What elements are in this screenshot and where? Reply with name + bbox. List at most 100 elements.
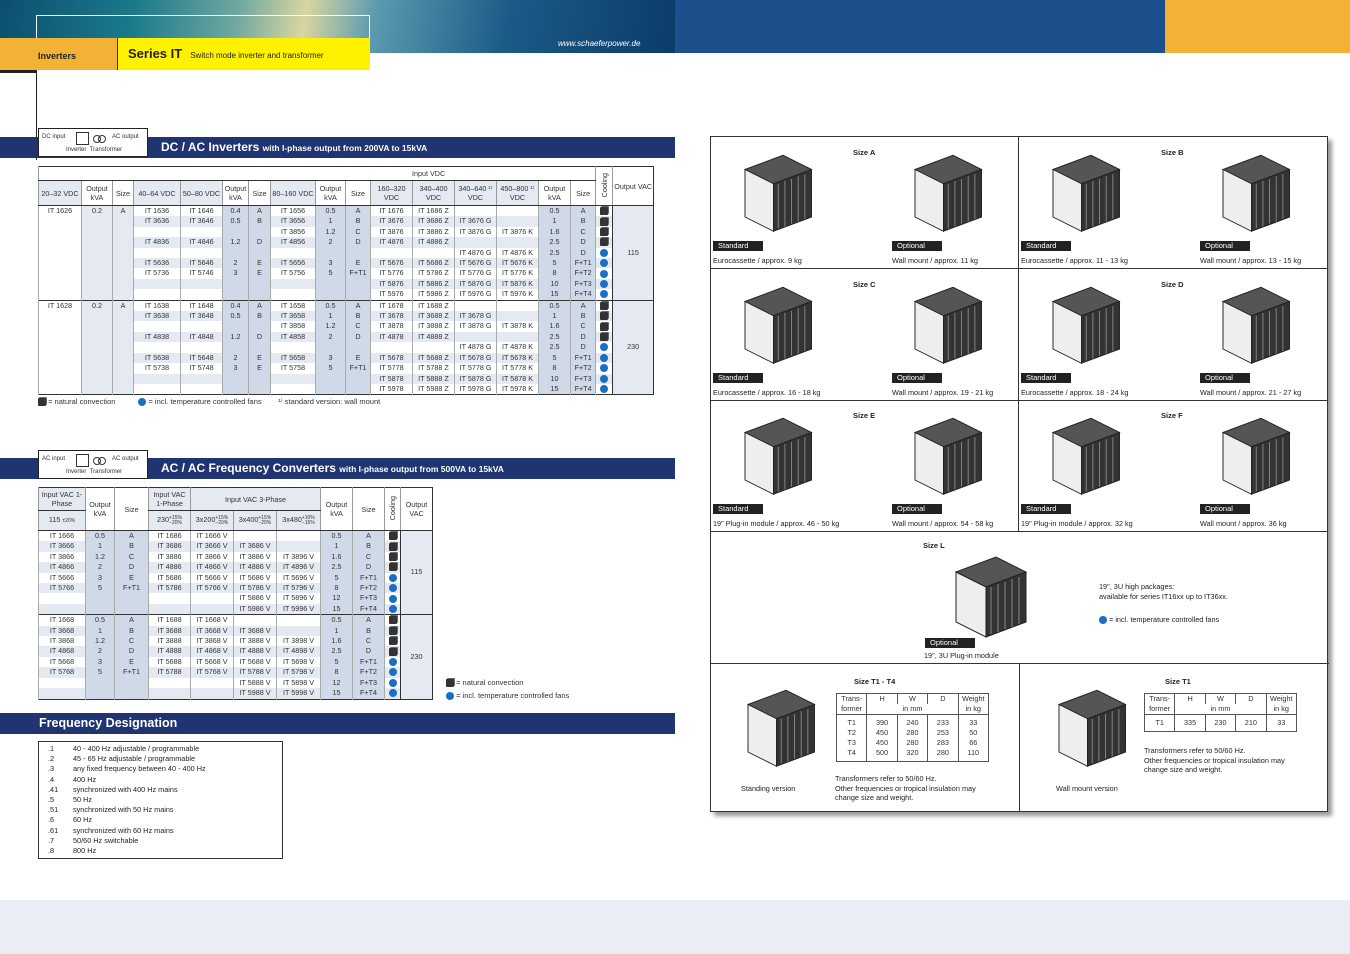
model-cell	[85, 603, 115, 615]
model-cell: IT 4846	[180, 237, 223, 248]
model-cell: 1	[315, 216, 346, 227]
standard-caption: 19" Plug-in module / approx. 32 kg	[1021, 519, 1133, 528]
model-cell: IT 3668	[38, 625, 86, 637]
cooling-cell	[384, 625, 401, 637]
transformer-label: Transformer	[89, 147, 123, 153]
cooling-cell	[595, 258, 613, 269]
tolerance: −20%	[215, 519, 229, 526]
model-cell: IT 1686 Z	[412, 205, 455, 217]
model-cell: IT 5998 V	[275, 688, 321, 699]
frequency-row: .2 45 - 65 Hz adjustable / programmable	[39, 754, 282, 764]
model-cell: IT 5786	[148, 583, 191, 594]
table-row: IT 5988 V IT 5998 V 15 F+T4	[38, 688, 433, 699]
optional-enclosure-image	[896, 404, 991, 499]
model-cell	[275, 614, 321, 626]
transformer-value: T1	[847, 718, 856, 727]
table-row: IT 5888 V IT 5898 V 12 F+T3	[38, 677, 433, 689]
cooling-cell	[595, 247, 613, 259]
model-cell	[315, 383, 346, 395]
natural-convection-icon	[600, 312, 609, 321]
cooling-cell	[595, 268, 613, 279]
schematic-caption: Inverter Transformer	[66, 147, 122, 153]
model-cell: IT 1648	[180, 299, 223, 312]
model-cell: F+T3	[352, 677, 385, 689]
model-cell: IT 5776 K	[496, 268, 539, 279]
model-cell	[412, 342, 455, 353]
model-cell: IT 4888 Z	[412, 331, 455, 343]
frequency-description: 40 - 400 Hz adjustable / programmable	[73, 744, 200, 753]
model-cell: IT 5636	[133, 258, 181, 269]
size-label: Size A	[853, 148, 876, 157]
model-cell	[345, 247, 371, 259]
model-cell: IT 5878 G	[454, 373, 497, 384]
header-blue-band	[675, 0, 1165, 53]
standard-caption: Eurocassette / approx. 16 - 18 kg	[713, 387, 821, 397]
model-cell: IT 5678 G	[454, 352, 497, 364]
model-cell: F+T2	[569, 268, 596, 279]
model-cell: 8	[538, 268, 571, 279]
fan-icon	[388, 657, 397, 666]
model-cell: B	[569, 216, 596, 227]
frequency-description: synchronized with 400 Hz mains	[73, 784, 178, 794]
transformer-image	[1040, 676, 1135, 771]
frequency-row: .61 synchronized with 60 Hz mains	[39, 826, 282, 836]
model-cell: IT 3686 Z	[412, 216, 455, 227]
cooling-cell	[384, 614, 401, 626]
schematic-output-label: AC output	[112, 134, 139, 140]
model-cell: IT 4868	[38, 646, 86, 657]
legend-fan-text: = incl. temperature controlled fans	[148, 397, 262, 406]
model-cell: IT 5976 K	[496, 289, 539, 301]
size-cell: Size C Standard Optional Eurocassette / app…	[711, 268, 1019, 401]
model-cell: IT 5656	[270, 258, 316, 269]
model-cell: E	[248, 352, 271, 364]
section-title: DC / AC Inverters	[161, 140, 260, 154]
transformer-value: 50	[969, 728, 978, 737]
model-cell: IT 5898 V	[275, 677, 321, 689]
model-cell	[38, 603, 86, 615]
model-cell: B	[345, 311, 371, 322]
model-cell: 1.2	[222, 237, 249, 248]
model-cell: IT 5976	[370, 289, 413, 301]
frequency-row: .6 60 Hz	[39, 815, 282, 825]
model-cell: B	[352, 541, 385, 552]
optional-caption: Wall mount / approx. 21 - 27 kg	[1200, 387, 1302, 397]
frequency-code: .7	[48, 835, 55, 845]
transformer-values: 233 253 283 280	[927, 714, 959, 762]
model-cell	[454, 205, 497, 217]
table-row: IT 5668 3 E IT 5688 IT 5668 V IT 5688 V IT 569…	[38, 656, 433, 668]
size-cell: Size E Standard Optional 19" Plug-in module…	[711, 400, 1019, 532]
model-cell: C	[114, 551, 149, 563]
model-cell: IT 5786 Z	[412, 268, 455, 279]
model-cell: F+T1	[114, 583, 149, 594]
frequency-code: .3	[48, 764, 55, 774]
column-header: Size	[248, 180, 271, 206]
legend-conv-text: = natural convection	[456, 678, 524, 687]
model-cell	[190, 593, 234, 604]
section-title: Frequency Designation	[39, 716, 178, 730]
cooling-cell	[595, 321, 613, 332]
model-cell: B	[345, 216, 371, 227]
model-cell	[114, 677, 149, 689]
col-output-kva: Output kVA	[85, 487, 115, 531]
voltage: 3x200	[195, 515, 216, 525]
model-cell: F+T1	[345, 363, 371, 374]
model-cell: 5	[315, 363, 346, 374]
model-cell	[496, 311, 539, 322]
transformer-header: Weight in kg	[957, 693, 990, 715]
size-label: Size B	[1161, 148, 1184, 157]
size-l-caption: 19", 3U Plug-in module	[924, 651, 999, 660]
model-cell: A	[248, 205, 271, 217]
transformer-caption: Wall mount version	[1056, 784, 1118, 793]
model-cell	[114, 593, 149, 604]
model-cell: IT 5666	[38, 572, 86, 584]
cooling-cell	[384, 603, 401, 615]
model-cell: IT 5988 Z	[412, 383, 455, 395]
transformer-header: Weight in kg	[1265, 693, 1298, 715]
model-cell: E	[248, 268, 271, 279]
model-cell: IT 5648	[180, 352, 223, 364]
optional-enclosure-image	[896, 273, 991, 368]
output-vac-cell: 230	[612, 299, 654, 395]
column-header: 80–160 VDC	[270, 180, 316, 206]
model-cell: A	[345, 205, 371, 217]
model-cell: IT 3638	[133, 311, 181, 322]
